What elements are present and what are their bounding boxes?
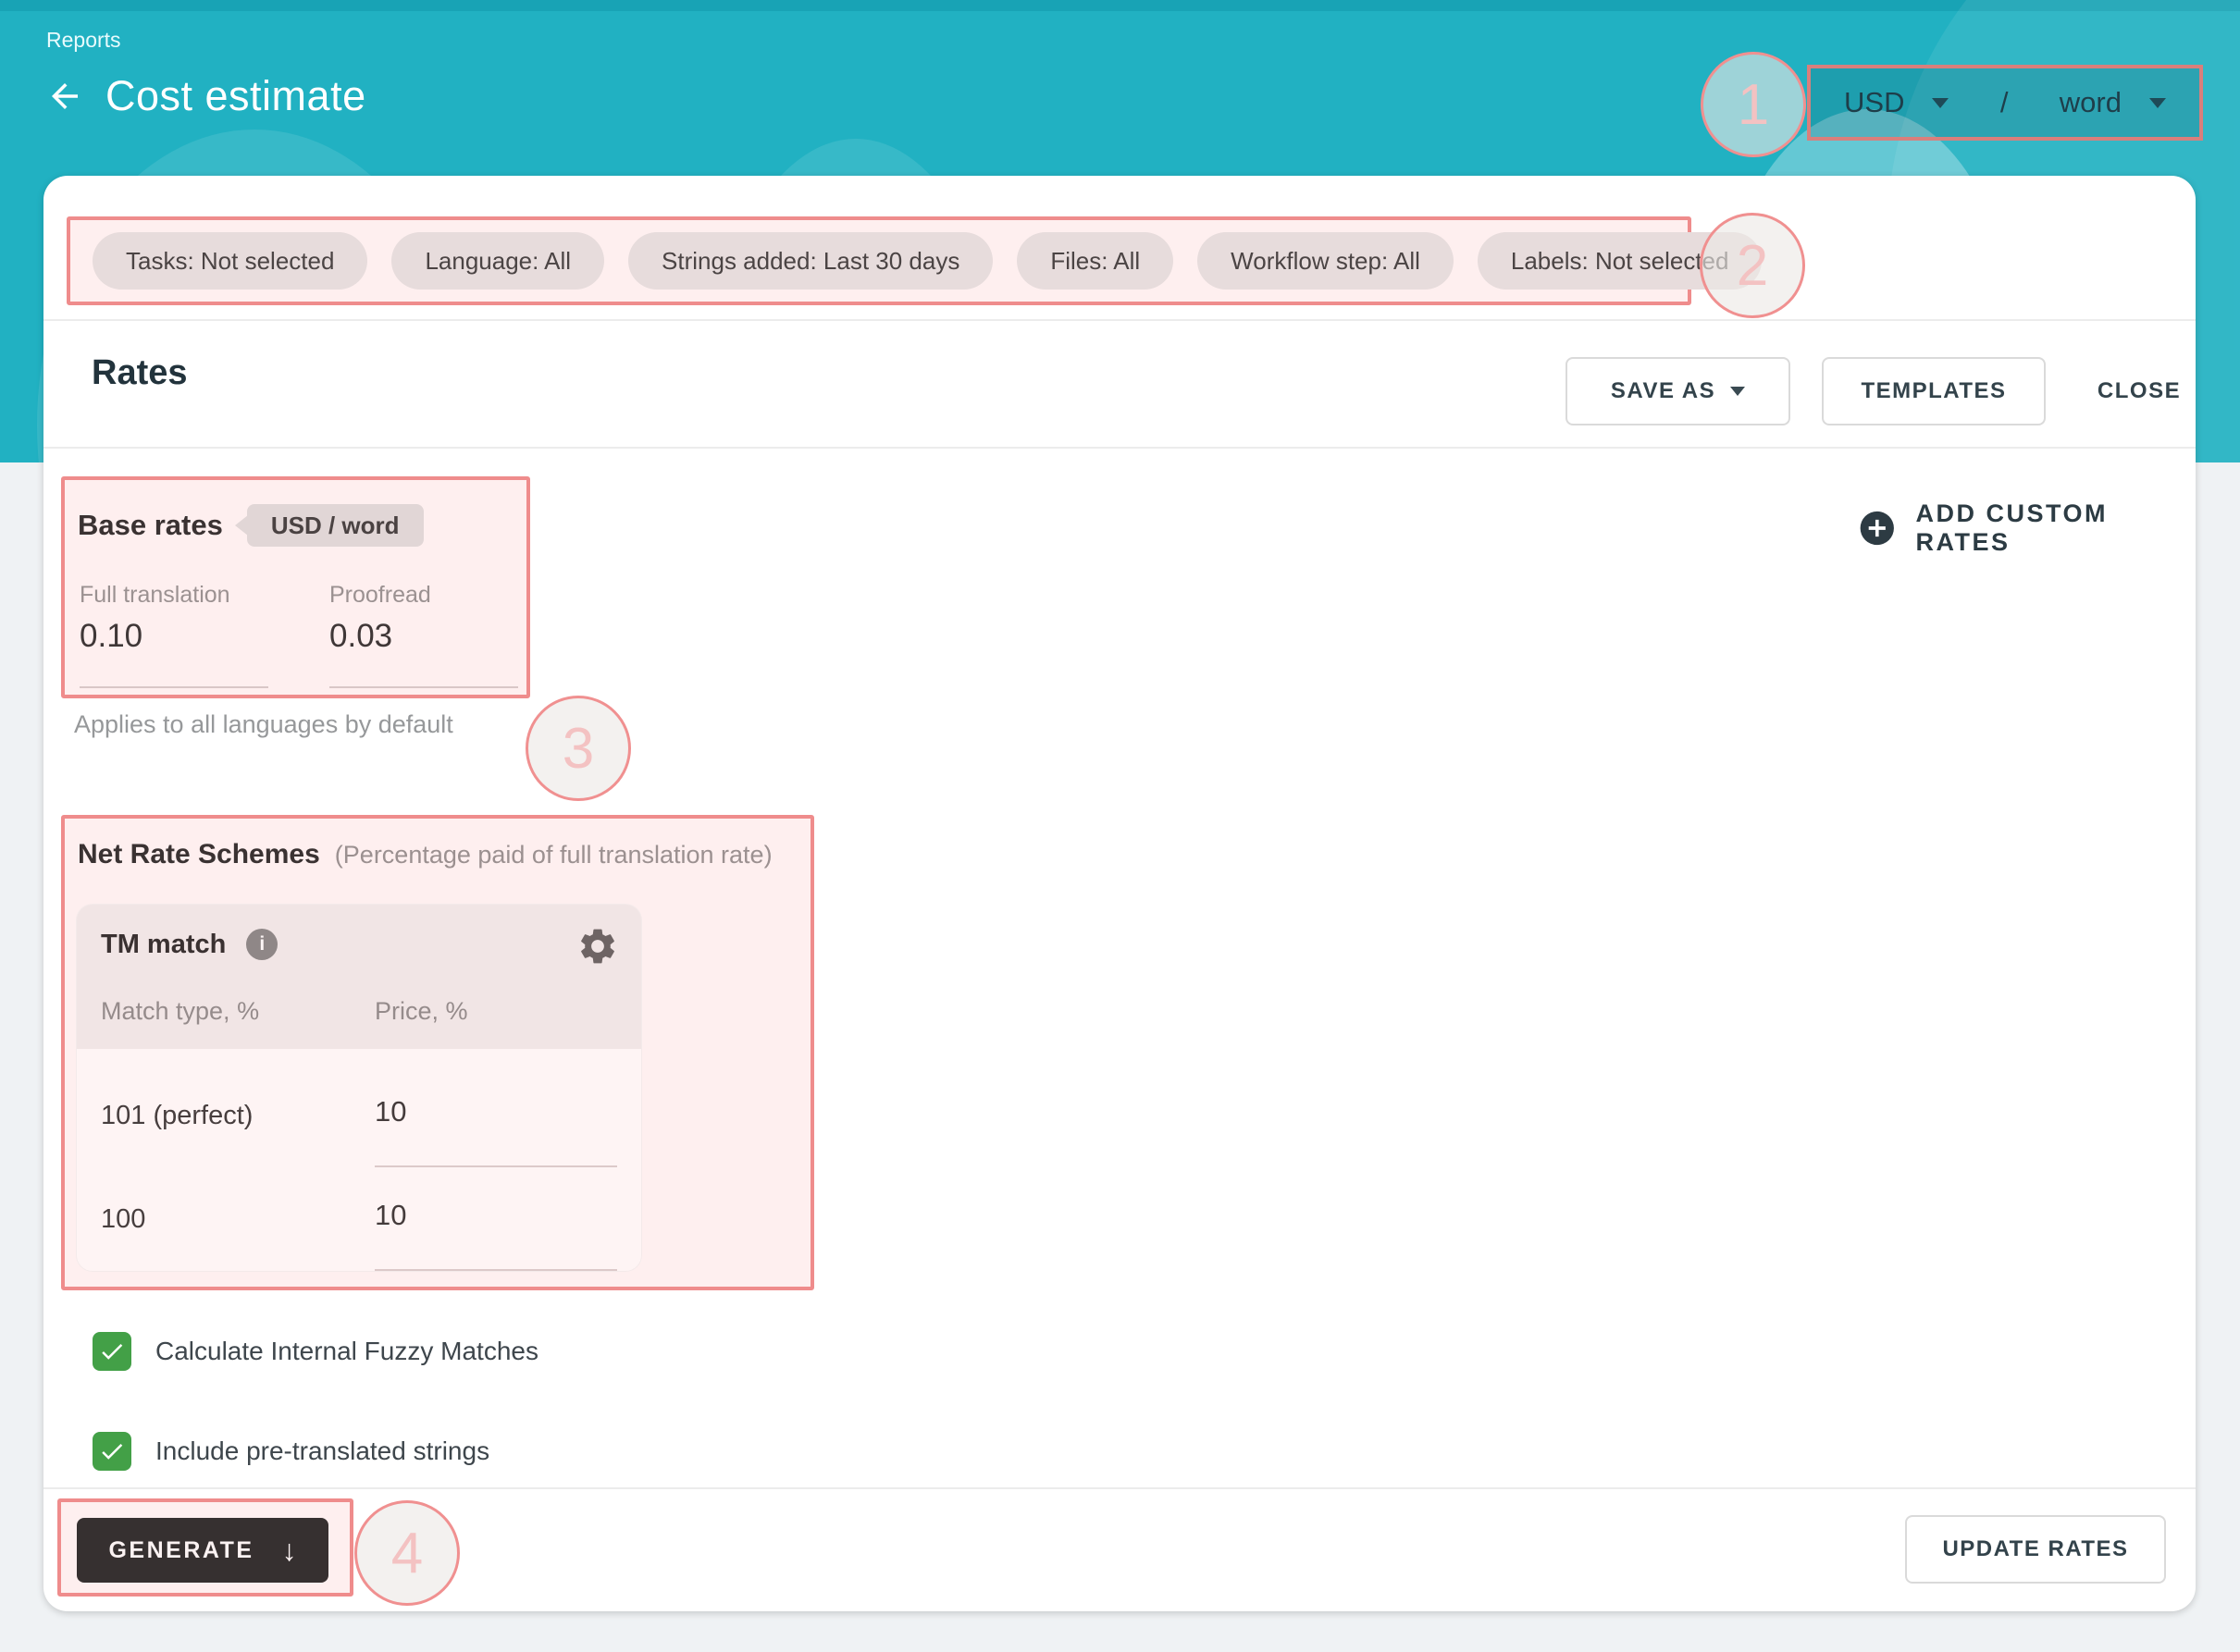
unit-select[interactable]: word (2060, 86, 2166, 119)
annotation-circle-1: 1 (1701, 52, 1806, 157)
filter-chip-files[interactable]: Files: All (1017, 232, 1173, 290)
option-label: Include pre-translated strings (155, 1436, 489, 1466)
page-title: Cost estimate (105, 72, 366, 120)
option-label: Calculate Internal Fuzzy Matches (155, 1337, 538, 1366)
filter-chip-strings-added[interactable]: Strings added: Last 30 days (628, 232, 993, 290)
net-rate-schemes-title-row: Net Rate Schemes (Percentage paid of ful… (78, 839, 773, 870)
price-column-header: Price, % (375, 997, 468, 1026)
report-card: Tasks: Not selected Language: All String… (43, 176, 2196, 1611)
close-button[interactable]: CLOSE (2084, 357, 2195, 425)
top-strip (0, 0, 2240, 11)
tm-match-header: TM match i Match type, % Price, % (77, 905, 641, 1049)
filter-chip-workflow-step[interactable]: Workflow step: All (1197, 232, 1454, 290)
proofread-label: Proofread (329, 582, 518, 609)
info-icon[interactable]: i (246, 929, 278, 960)
generate-annotation-box: GENERATE ↓ (57, 1498, 353, 1597)
add-custom-rates-button[interactable]: ADD CUSTOM RATES (1857, 499, 2196, 557)
match-type-value: 101 (perfect) (101, 1095, 375, 1131)
full-translation-field: Full translation 0.10 (80, 582, 268, 688)
currency-select[interactable]: USD (1844, 86, 1949, 119)
tm-match-title: TM match (101, 930, 226, 960)
save-as-label: SAVE AS (1611, 378, 1715, 404)
add-custom-rates-label: ADD CUSTOM RATES (1916, 499, 2196, 557)
title-row: Cost estimate (44, 72, 366, 120)
arrow-down-icon: ↓ (282, 1534, 297, 1568)
currency-value: USD (1844, 86, 1904, 119)
generate-label: GENERATE (108, 1537, 254, 1564)
full-translation-label: Full translation (80, 582, 268, 609)
net-rate-schemes-subtitle: (Percentage paid of full translation rat… (335, 841, 773, 869)
unit-value: word (2060, 86, 2122, 119)
option-include-pretranslated: Include pre-translated strings (93, 1432, 489, 1471)
divider (43, 1487, 2196, 1489)
net-rate-schemes-annotation-box: Net Rate Schemes (Percentage paid of ful… (61, 815, 814, 1290)
divider-slash: / (2000, 86, 2009, 119)
price-input[interactable]: 10 (375, 1199, 617, 1271)
divider (43, 319, 2196, 321)
currency-unit-badge: USD / word (247, 504, 424, 547)
chevron-down-icon (1932, 98, 1949, 108)
filter-chip-tasks[interactable]: Tasks: Not selected (93, 232, 367, 290)
filter-chip-language[interactable]: Language: All (391, 232, 604, 290)
filters-annotation-box: Tasks: Not selected Language: All String… (67, 216, 1691, 305)
annotation-circle-4: 4 (354, 1500, 460, 1606)
net-rate-schemes-title: Net Rate Schemes (78, 839, 320, 870)
annotation-circle-2: 2 (1700, 213, 1805, 318)
base-rate-fields: Full translation 0.10 Proofread 0.03 (80, 582, 518, 688)
base-rates-title: Base rates (78, 509, 223, 542)
templates-button[interactable]: TEMPLATES (1822, 357, 2046, 425)
cost-estimate-page: Reports Cost estimate USD / word 1 2 3 4… (0, 0, 2240, 1652)
base-rates-annotation-box: Base rates USD / word Full translation 0… (61, 476, 530, 698)
match-type-column-header: Match type, % (101, 997, 259, 1026)
badge-label: USD / word (271, 512, 400, 540)
save-as-button[interactable]: SAVE AS (1566, 357, 1790, 425)
badge-arrow (235, 515, 248, 536)
back-arrow-icon[interactable] (44, 76, 85, 117)
checkbox-checked[interactable] (93, 1432, 131, 1471)
tm-match-row: 100 10 (101, 1199, 617, 1271)
proofread-input[interactable]: 0.03 (329, 618, 518, 688)
match-type-value: 100 (101, 1199, 375, 1235)
price-input[interactable]: 10 (375, 1095, 617, 1167)
divider (43, 447, 2196, 449)
currency-unit-selector: USD / word (1807, 65, 2203, 141)
tm-match-title-row: TM match i (101, 929, 278, 960)
base-rates-title-row: Base rates USD / word (78, 504, 424, 547)
option-calculate-fuzzy: Calculate Internal Fuzzy Matches (93, 1332, 538, 1371)
annotation-circle-3: 3 (526, 696, 631, 801)
full-translation-input[interactable]: 0.10 (80, 618, 268, 688)
checkbox-checked[interactable] (93, 1332, 131, 1371)
proofread-field: Proofread 0.03 (329, 582, 518, 688)
base-rates-note: Applies to all languages by default (74, 710, 453, 739)
plus-circle-icon (1857, 507, 1898, 549)
gear-icon[interactable] (576, 925, 619, 968)
tm-match-card: TM match i Match type, % Price, % 101 (p… (76, 904, 642, 1272)
generate-button[interactable]: GENERATE ↓ (77, 1518, 328, 1583)
tm-match-row: 101 (perfect) 10 (101, 1095, 617, 1167)
breadcrumb[interactable]: Reports (46, 28, 121, 53)
chevron-down-icon (2149, 98, 2166, 108)
chevron-down-icon (1730, 387, 1745, 396)
update-rates-button[interactable]: UPDATE RATES (1905, 1515, 2166, 1584)
rates-section-title: Rates (92, 353, 188, 393)
